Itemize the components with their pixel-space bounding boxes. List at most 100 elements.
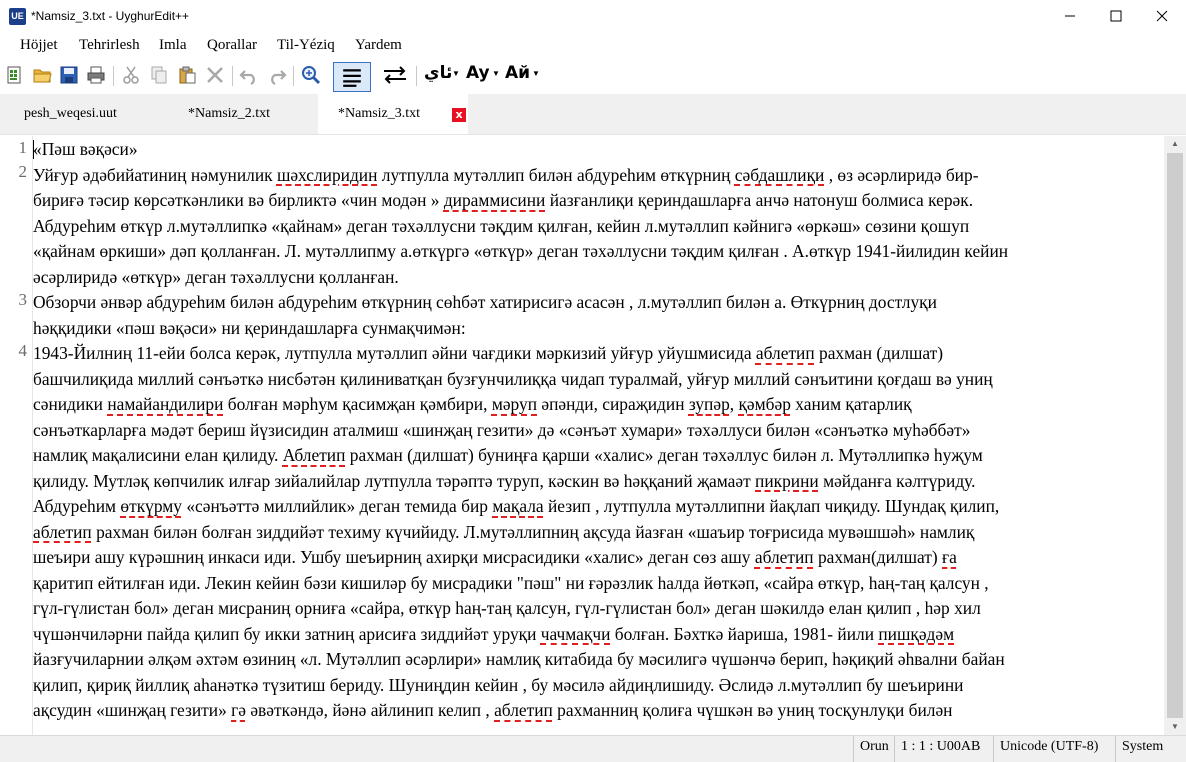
redo-button[interactable] xyxy=(266,64,288,86)
find-button[interactable] xyxy=(300,64,322,86)
document-text[interactable]: «Пәш вәқәси» Уйғур әдәбийатиниң нәмунилик… xyxy=(32,136,1163,735)
delete-button[interactable] xyxy=(204,64,226,86)
misspelled-word: қәмбәр xyxy=(738,394,791,414)
text-caret xyxy=(33,140,34,159)
close-window-button[interactable] xyxy=(1139,0,1185,31)
text-line: Обзорчи әнвәр абдуреһим билән абдуреһим … xyxy=(33,290,937,314)
text-line: Абдуреһим өткүрму «сәнъәттә миллийлик» д… xyxy=(33,494,999,518)
tab-close-icon[interactable]: x xyxy=(452,108,466,122)
minimize-icon xyxy=(1065,15,1075,17)
open-file-button[interactable] xyxy=(31,64,53,86)
menu-language[interactable]: Til-Yéziq xyxy=(277,37,335,54)
text-run: рахман (дилшат) буниңға қарши «халис» де… xyxy=(345,445,983,465)
text-line: «қайнам өркиши» дәп қолланған. Л. мутәлл… xyxy=(33,239,1008,263)
save-button[interactable] xyxy=(58,64,80,86)
misspelled-word: ға xyxy=(942,547,957,567)
toolbar-separator xyxy=(416,66,417,86)
toolbar: ئاي ▼ Ay ▼ Ай ▼ xyxy=(0,58,1186,94)
text-run: йезип , лутпулла мутәллипни йақлап чиқид… xyxy=(543,496,1000,516)
line-number: 3 xyxy=(18,290,28,309)
maximize-button[interactable] xyxy=(1093,0,1139,31)
text-line: қаритип ейтилған иди. Лекин кейин бәзи к… xyxy=(33,571,989,595)
cyrillic-button[interactable]: Ай xyxy=(505,63,530,83)
tab-namsiz-2[interactable]: *Namsiz_2.txt xyxy=(165,94,318,134)
text-run: гүл-гүлистан бол» деган мисраниң орниға … xyxy=(33,598,981,618)
status-bar: Orun 1 : 1 : U00AB Unicode (UTF-8) Syste… xyxy=(0,735,1186,762)
misspelled-word: пишқәдәм xyxy=(878,623,955,644)
print-button[interactable] xyxy=(85,64,107,86)
text-line: «Пәш вәқәси» xyxy=(33,137,138,161)
text-line: Уйғур әдәбийатиниң нәмунилик шәхслиридин… xyxy=(33,163,978,187)
text-run: Абдуреһим өткүр л.мутәллипкә «қайнам» де… xyxy=(33,215,970,236)
text-line: әсәрлиридә «өткүр» деган тәхәллусни қолл… xyxy=(33,265,399,289)
uyghur-font-button[interactable]: ئاي xyxy=(424,63,452,83)
window-title: *Namsiz_3.txt - UyghurEdit++ xyxy=(31,9,190,23)
text-line: шеъири ашу күрәшниң инкаси иди. Ушбу шеъ… xyxy=(33,545,957,569)
vertical-scrollbar[interactable]: ▲ ▼ xyxy=(1164,136,1186,735)
text-run: шеъири ашу күрәшниң инкаси иди. Ушбу шеъ… xyxy=(33,547,755,567)
status-position-label: Orun xyxy=(853,736,895,762)
tab-namsiz-3[interactable]: *Namsiz_3.txt x xyxy=(318,94,468,134)
text-line: йазғучиларнии әлқәм әхтәм өзиниң «л. Мут… xyxy=(33,647,1005,671)
text-run: сәнидики xyxy=(33,394,108,414)
misspelled-word: намайандилири xyxy=(107,394,224,414)
chevron-down-icon[interactable]: ▼ xyxy=(452,69,460,78)
tab-bar: pesh_weqesi.uut *Namsiz_2.txt *Namsiz_3.… xyxy=(0,94,1186,135)
menu-tools[interactable]: Qorallar xyxy=(207,37,257,54)
chevron-down-icon[interactable]: ▼ xyxy=(492,69,500,78)
paste-icon xyxy=(179,66,196,84)
close-icon xyxy=(1156,10,1168,22)
tab-pesh-weqesi[interactable]: pesh_weqesi.uut xyxy=(0,94,165,134)
misspelled-word: Аблетип xyxy=(282,445,346,465)
status-encoding[interactable]: Unicode (UTF-8) xyxy=(993,736,1104,762)
menu-file[interactable]: Höjjet xyxy=(20,37,58,54)
text-run: йазғанлиқи қериндашларға анчә натонуш бо… xyxy=(545,190,974,210)
misspelled-word: мақала xyxy=(492,496,544,516)
status-cursor-position: 1 : 1 : U00AB xyxy=(894,736,986,762)
menu-spelling[interactable]: Imla xyxy=(159,37,187,54)
new-file-button[interactable] xyxy=(4,64,26,86)
toolbar-separator xyxy=(232,66,233,86)
text-run: ақсудин «шинҗаң гезити» xyxy=(33,700,232,720)
app-icon[interactable]: UE xyxy=(9,8,26,25)
word-wrap-icon xyxy=(343,69,361,87)
scroll-down-icon[interactable]: ▼ xyxy=(1164,719,1186,735)
misspelled-word: аблетип xyxy=(494,700,553,720)
word-wrap-toggle[interactable] xyxy=(333,62,371,92)
text-run: башчилиқида миллий сәнъәткә нисбәтән қил… xyxy=(33,368,993,389)
paste-button[interactable] xyxy=(176,64,198,86)
copy-button[interactable] xyxy=(148,64,170,86)
line-number: 2 xyxy=(18,162,28,181)
text-run: намлиқ мақалисини елан қилиду. xyxy=(33,445,283,465)
text-editor[interactable]: 1 2 3 4 «Пәш вәқәси» Уйғур әдәбийатиниң н… xyxy=(0,136,1164,735)
misspelled-word: зупәр xyxy=(688,394,730,414)
cut-button[interactable] xyxy=(120,64,142,86)
printer-icon xyxy=(87,66,105,84)
text-run: «қайнам өркиши» дәп қолланған. Л. мутәлл… xyxy=(33,241,1009,261)
text-line: гүл-гүлистан бол» деган мисраниң орниға … xyxy=(33,596,981,620)
latin-case-button[interactable]: Ay xyxy=(466,63,490,83)
chevron-down-icon[interactable]: ▼ xyxy=(532,69,540,78)
text-line: бириғә тәсир көрсәткәнлики вә бирликтә «… xyxy=(33,188,973,212)
text-run: болған мәрһум қасимҗан қәмбири, xyxy=(223,394,492,414)
text-line: сәнъәткарларға мәдәт бериш йүзисидин ата… xyxy=(33,418,970,442)
line-number-gutter: 1 2 3 4 xyxy=(0,136,30,735)
folder-open-icon xyxy=(33,69,52,83)
menu-edit[interactable]: Tehrirlesh xyxy=(79,37,140,54)
undo-button[interactable] xyxy=(238,64,260,86)
text-direction-button[interactable] xyxy=(381,64,409,86)
misspelled-word: гә xyxy=(231,700,246,720)
minimize-button[interactable] xyxy=(1047,0,1093,31)
line-number: 1 xyxy=(18,138,28,157)
text-run: сәнъәткарларға мәдәт бериш йүзисидин ата… xyxy=(33,419,971,440)
text-line: 1943-Йилниң 11-ейи болса керәк, лутпулла… xyxy=(33,341,943,365)
text-run: лутпулла мутәллип билән абдуреһим өткүрн… xyxy=(377,164,735,185)
tab-label: *Namsiz_3.txt xyxy=(338,106,421,121)
menu-help[interactable]: Yardem xyxy=(355,37,402,54)
save-icon xyxy=(60,66,78,84)
scrollbar-thumb[interactable] xyxy=(1167,153,1183,718)
text-run: мәйданға кәлтүриду. xyxy=(818,470,976,491)
scroll-up-icon[interactable]: ▲ xyxy=(1164,136,1186,152)
text-run: 1943-Йилниң 11-ейи болса керәк, лутпулла… xyxy=(33,343,756,363)
text-line: сәнидики намайандилири болған мәрһум қас… xyxy=(33,392,912,416)
